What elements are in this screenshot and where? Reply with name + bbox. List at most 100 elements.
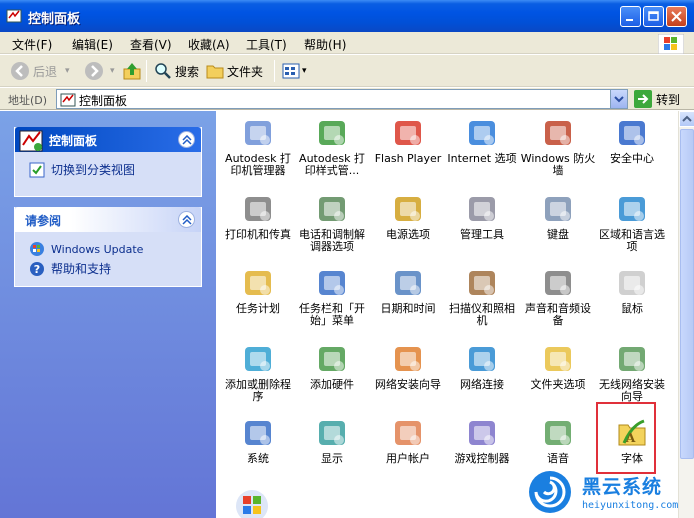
cp-item-label: 系统 (247, 452, 269, 465)
cp-item-add-hardware[interactable]: 添加硬件 (294, 339, 370, 413)
menu-bar: 文件(F) 编辑(E) 查看(V) 收藏(A) 工具(T) 帮助(H) (0, 32, 694, 54)
cp-item-display[interactable]: 显示 (294, 413, 370, 487)
address-input[interactable]: 控制面板 (56, 89, 628, 109)
cp-item-network-setup-wizard[interactable]: 网络安装向导 (370, 339, 446, 413)
cp-item-scheduled-tasks[interactable]: 任务计划 (220, 263, 296, 337)
cp-item-label: 语音 (547, 452, 569, 465)
cp-item-internet-options[interactable]: Internet 选项 (444, 113, 520, 187)
cp-item-label: 任务计划 (236, 302, 280, 315)
windows-logo-icon (658, 34, 684, 54)
views-button[interactable]: ▾ (282, 61, 307, 81)
menu-view[interactable]: 查看(V) (130, 36, 172, 53)
cp-item-label: 显示 (321, 452, 343, 465)
address-value: 控制面板 (79, 94, 128, 108)
close-button[interactable] (666, 6, 687, 27)
user-accounts-icon (395, 421, 421, 445)
cp-item-printers-faxes[interactable]: 打印机和传真 (220, 189, 296, 263)
cp-item-date-time[interactable]: 日期和时间 (370, 263, 446, 337)
back-button[interactable]: 后退 ▾ (10, 61, 70, 81)
collapse-button[interactable] (178, 211, 195, 228)
cp-item-add-remove-programs[interactable]: 添加或删除程序 (220, 339, 296, 413)
help-and-support-link[interactable]: ? 帮助和支持 (29, 260, 111, 277)
cp-item-security-center[interactable]: 安全中心 (594, 113, 670, 187)
up-folder-button[interactable] (122, 61, 142, 81)
collapse-up-icon (182, 215, 192, 225)
menu-file[interactable]: 文件(F) (12, 36, 52, 53)
internet-options-icon (469, 121, 495, 145)
help-icon: ? (30, 261, 44, 276)
cp-item-game-controllers[interactable]: 游戏控制器 (444, 413, 520, 487)
cp-item-label: 区域和语言选项 (599, 228, 665, 253)
scheduled-tasks-icon (245, 271, 271, 295)
forward-button[interactable]: ▾ (84, 61, 115, 81)
cp-item-sounds-audio[interactable]: 声音和音频设备 (520, 263, 596, 337)
go-button[interactable]: 转到 (634, 90, 680, 108)
menu-tools[interactable]: 工具(T) (246, 36, 287, 53)
windows-update-link[interactable]: Windows Update (29, 241, 143, 257)
scroll-thumb[interactable] (680, 129, 694, 459)
title-bar[interactable]: 控制面板 (0, 0, 694, 32)
cp-item-user-accounts[interactable]: 用户帐户 (370, 413, 446, 487)
cp-item-label: Flash Player (374, 152, 442, 165)
cp-item-label: 任务栏和「开始」菜单 (299, 302, 365, 327)
cp-item-label: 声音和音频设备 (525, 302, 591, 327)
cp-item-power-options[interactable]: 电源选项 (370, 189, 446, 263)
cp-item-flash-player[interactable]: Flash Player (370, 113, 446, 187)
cp-item-scanners-cameras[interactable]: 扫描仪和照相机 (444, 263, 520, 337)
go-arrow-icon (634, 90, 652, 108)
window-title: 控制面板 (28, 12, 81, 27)
search-button[interactable]: 搜索 (154, 61, 199, 81)
cp-item-autodesk-printer-manager[interactable]: Autodesk 打印机管理器 (220, 113, 296, 187)
phone-modem-icon (319, 197, 345, 221)
cp-item-mouse[interactable]: 鼠标 (594, 263, 670, 337)
scroll-up-button[interactable] (679, 111, 694, 127)
collapse-button[interactable] (178, 131, 195, 148)
autodesk-plot-style-icon (319, 121, 345, 145)
folders-button[interactable]: 文件夹 (206, 61, 263, 81)
cp-item-keyboard[interactable]: 键盘 (520, 189, 596, 263)
network-connections-icon (469, 347, 495, 371)
category-view-icon (29, 162, 45, 177)
menu-favorites[interactable]: 收藏(A) (188, 36, 230, 53)
security-center-icon (619, 121, 645, 145)
display-icon (319, 421, 345, 445)
maximize-button[interactable] (643, 6, 664, 27)
network-setup-wizard-icon (395, 347, 421, 371)
autodesk-printer-manager-icon (245, 121, 271, 145)
menu-edit[interactable]: 编辑(E) (72, 36, 113, 53)
address-dropdown-button[interactable] (610, 90, 627, 108)
minimize-button[interactable] (620, 6, 641, 27)
sounds-audio-icon (545, 271, 571, 295)
task-pane: 控制面板 切换到分类视图 请参阅 Windows Update ? 帮助和支持 (0, 111, 216, 518)
cp-item-label: 日期和时间 (380, 302, 436, 315)
cp-item-regional-language[interactable]: 区域和语言选项 (594, 189, 670, 263)
cp-item-label: 鼠标 (621, 302, 643, 315)
mouse-icon (619, 271, 645, 295)
cp-item-taskbar-start-menu[interactable]: 任务栏和「开始」菜单 (294, 263, 370, 337)
heiyun-logo-icon (529, 471, 571, 513)
cp-item-label: 电话和调制解调器选项 (299, 228, 365, 253)
toolbar: 后退 ▾ ▾ 搜索 文件夹 ▾ (0, 55, 694, 87)
wireless-network-wizard-icon (619, 347, 645, 371)
cp-item-windows-firewall[interactable]: Windows 防火墙 (520, 113, 596, 187)
see-also-section-header[interactable]: 请参阅 (15, 207, 201, 232)
cp-item-network-connections[interactable]: 网络连接 (444, 339, 520, 413)
chevron-up-icon (682, 115, 692, 122)
vertical-scrollbar[interactable] (678, 111, 694, 518)
windows-logo-icon[interactable] (234, 488, 270, 518)
cp-item-folder-options[interactable]: 文件夹选项 (520, 339, 596, 413)
cp-item-phone-modem[interactable]: 电话和调制解调器选项 (294, 189, 370, 263)
regional-language-icon (619, 197, 645, 221)
close-icon (671, 11, 682, 22)
power-options-icon (395, 197, 421, 221)
folder-options-icon (545, 347, 571, 371)
minimize-icon (626, 19, 633, 21)
cp-item-label: 用户帐户 (386, 452, 430, 465)
cp-item-label: 添加或删除程序 (225, 378, 291, 403)
watermark: 黑云系统 heiyunxitong.com (528, 470, 694, 518)
cp-item-autodesk-plot-style[interactable]: Autodesk 打印样式管... (294, 113, 370, 187)
cp-item-system[interactable]: 系统 (220, 413, 296, 487)
cp-item-admin-tools[interactable]: 管理工具 (444, 189, 520, 263)
switch-to-category-view-link[interactable]: 切换到分类视图 (29, 161, 135, 178)
menu-help[interactable]: 帮助(H) (304, 36, 346, 53)
